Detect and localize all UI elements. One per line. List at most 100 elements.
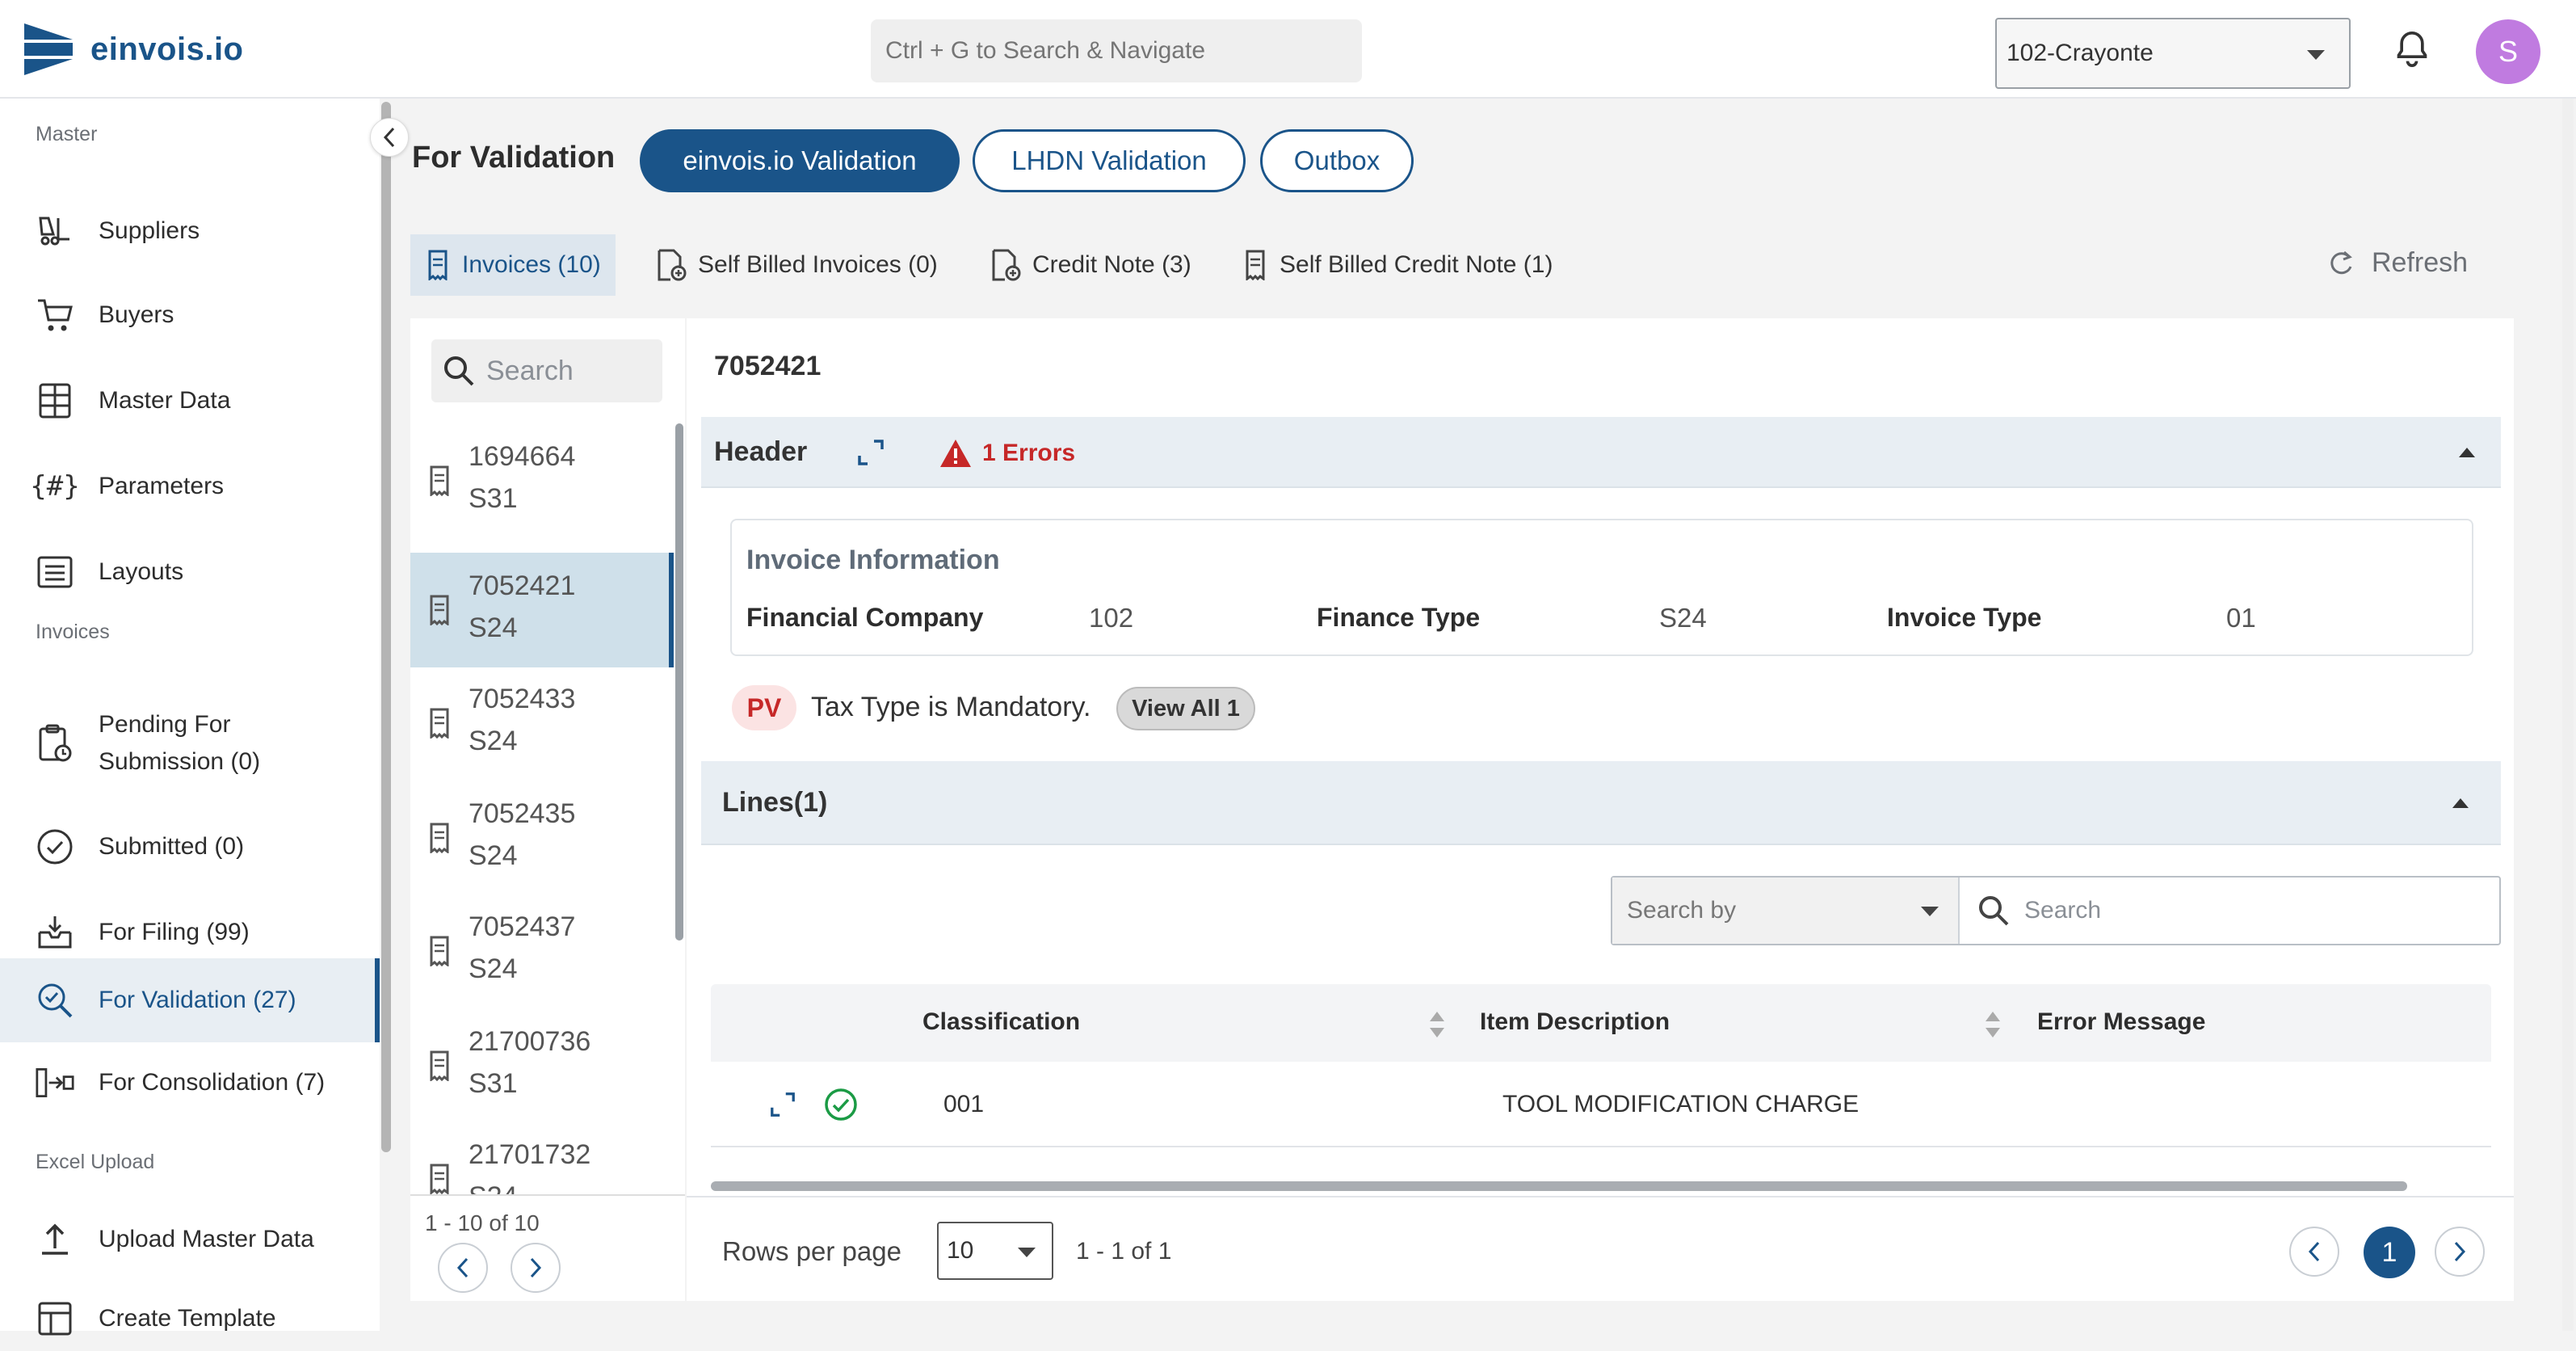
rows-per-page-label: Rows per page: [722, 1236, 901, 1266]
sidebar-section-master: Master: [36, 123, 98, 145]
view-all-errors-button[interactable]: View All 1: [1116, 687, 1255, 730]
lines-table-header: Classification Item Description Error Me…: [711, 984, 2491, 1062]
inbox-download-icon: [36, 913, 74, 952]
list-footer: 1 - 10 of 10: [410, 1194, 685, 1301]
list-prev-button[interactable]: [438, 1243, 488, 1293]
logo-text: einvois.io: [90, 31, 244, 67]
subtab-credit-note[interactable]: Credit Note (3): [976, 234, 1206, 296]
sidebar-item-label: Buyers: [99, 301, 174, 328]
list-item[interactable]: 1694664 S31: [410, 423, 674, 537]
search-by-placeholder: Search by: [1627, 897, 1737, 924]
list-scrollbar[interactable]: [675, 423, 683, 941]
table-row[interactable]: 001 TOOL MODIFICATION CHARGE: [711, 1062, 2491, 1147]
pagination-prev-button[interactable]: [2289, 1227, 2339, 1277]
subtab-label: Invoices (10): [462, 251, 601, 278]
lines-search-placeholder: Search: [2024, 897, 2102, 924]
invoice-code: S24: [469, 612, 518, 643]
field-value-invoice-type: 01: [2226, 603, 2256, 633]
header-error-count: 1 Errors: [982, 440, 1076, 466]
pagination-next-button[interactable]: [2435, 1227, 2485, 1277]
subtab-label: Self Billed Credit Note (1): [1280, 251, 1553, 278]
top-bar: einvois.io 102-Crayonte S: [0, 0, 2576, 99]
sidebar-item-layouts[interactable]: Layouts: [0, 535, 380, 609]
list-item-selected[interactable]: 7052421 S24: [410, 553, 674, 667]
lines-section-bar[interactable]: Lines(1): [701, 761, 2501, 845]
sort-icon[interactable]: [1984, 1010, 2002, 1039]
cart-icon: [36, 296, 74, 335]
sidebar-item-suppliers[interactable]: Suppliers: [0, 194, 380, 268]
sidebar-item-buyers[interactable]: Buyers: [0, 278, 380, 352]
sidebar-item-for-consolidation[interactable]: For Consolidation (7): [0, 1046, 380, 1120]
rows-per-page-value: 10: [947, 1237, 974, 1264]
tab-outbox[interactable]: Outbox: [1260, 129, 1414, 192]
chevron-right-icon: [2454, 1241, 2466, 1262]
sidebar-item-label: Create Template: [99, 1305, 276, 1332]
sidebar-scrollbar[interactable]: [381, 102, 391, 1152]
list-item[interactable]: 21700736 S31: [410, 1008, 674, 1122]
sidebar-item-create-template[interactable]: Create Template: [0, 1286, 380, 1351]
search-check-icon: [36, 981, 74, 1020]
table-grid-icon: [36, 381, 74, 420]
header-error-tag[interactable]: 1 Errors: [939, 438, 1075, 469]
receipt-icon: [430, 1164, 449, 1194]
warning-icon: [940, 440, 971, 467]
invoice-number: 7052435: [469, 798, 576, 829]
column-header-item-description[interactable]: Item Description: [1480, 1008, 1670, 1036]
header-section-bar[interactable]: Header 1 Errors: [701, 417, 2501, 488]
subtab-invoices[interactable]: Invoices (10): [410, 234, 616, 296]
sort-icon[interactable]: [1428, 1010, 1446, 1039]
list-item[interactable]: 21701732 S24: [410, 1122, 674, 1194]
app-logo[interactable]: einvois.io: [24, 21, 244, 78]
page-scrollbar[interactable]: [2562, 99, 2574, 1331]
receipt-icon: [430, 708, 449, 739]
column-header-classification[interactable]: Classification: [922, 1008, 1080, 1036]
user-avatar[interactable]: S: [2476, 19, 2540, 84]
sidebar-item-label: Parameters: [99, 473, 225, 499]
list-item[interactable]: 7052433 S24: [410, 666, 674, 779]
subtab-self-billed-credit-note[interactable]: Self Billed Credit Note (1): [1228, 234, 1567, 296]
tab-lhdn-validation[interactable]: LHDN Validation: [973, 129, 1246, 192]
subtab-label: Self Billed Invoices (0): [698, 251, 938, 278]
search-icon: [1979, 896, 2009, 926]
chevron-left-icon: [383, 127, 395, 148]
expand-icon[interactable]: [769, 1091, 796, 1118]
invoice-list-panel: Search 1694664 S31 7052421 S24 7052433 S…: [410, 318, 685, 1301]
refresh-button[interactable]: Refresh: [2326, 247, 2468, 279]
sidebar-item-pending-submission[interactable]: Pending For Submission (0): [0, 687, 380, 800]
collapse-up-icon[interactable]: [2451, 797, 2470, 810]
document-add-icon: [992, 249, 1021, 281]
company-select[interactable]: 102-Crayonte: [1995, 18, 2351, 89]
rows-per-page-select[interactable]: 10: [937, 1222, 1053, 1280]
list-next-button[interactable]: [511, 1243, 561, 1293]
sidebar-item-submitted[interactable]: Submitted (0): [0, 810, 380, 884]
global-search-input[interactable]: [871, 19, 1362, 82]
field-value-financial-company: 102: [1089, 603, 1134, 633]
sidebar-item-master-data[interactable]: Master Data: [0, 364, 380, 438]
subtab-self-billed-invoices[interactable]: Self Billed Invoices (0): [641, 234, 952, 296]
column-header-error-message[interactable]: Error Message: [2037, 1008, 2205, 1036]
lines-search-input[interactable]: Search: [1968, 878, 2101, 944]
sidebar-section-invoices: Invoices: [36, 621, 110, 643]
receipt-icon: [430, 465, 449, 496]
page-title: For Validation: [412, 141, 616, 175]
search-by-select[interactable]: Search by: [1612, 878, 1960, 944]
clipboard-clock-icon: [36, 724, 74, 763]
list-item[interactable]: 7052435 S24: [410, 781, 674, 894]
expand-icon[interactable]: [856, 438, 885, 467]
refresh-icon: [2330, 250, 2352, 274]
collapse-up-icon[interactable]: [2457, 446, 2477, 459]
list-search-input[interactable]: Search: [431, 339, 662, 402]
list-item[interactable]: 7052437 S24: [410, 894, 674, 1007]
tab-einvois-validation[interactable]: einvois.io Validation: [640, 129, 960, 192]
pagination-current-page[interactable]: 1: [2364, 1227, 2415, 1278]
sidebar-item-label: Submitted (0): [99, 833, 245, 860]
chevron-down-icon: [2307, 50, 2325, 60]
notification-bell-icon[interactable]: [2394, 29, 2430, 69]
list-search-placeholder: Search: [486, 355, 574, 386]
sidebar-collapse-button[interactable]: [370, 118, 409, 157]
table-horizontal-scrollbar[interactable]: [711, 1181, 2407, 1191]
sidebar-item-upload-master-data[interactable]: Upload Master Data: [0, 1202, 380, 1277]
cell-item-description: TOOL MODIFICATION CHARGE: [1502, 1091, 1860, 1117]
sidebar-item-for-validation[interactable]: For Validation (27): [0, 958, 380, 1042]
sidebar-item-parameters[interactable]: {#} Parameters: [0, 449, 380, 524]
